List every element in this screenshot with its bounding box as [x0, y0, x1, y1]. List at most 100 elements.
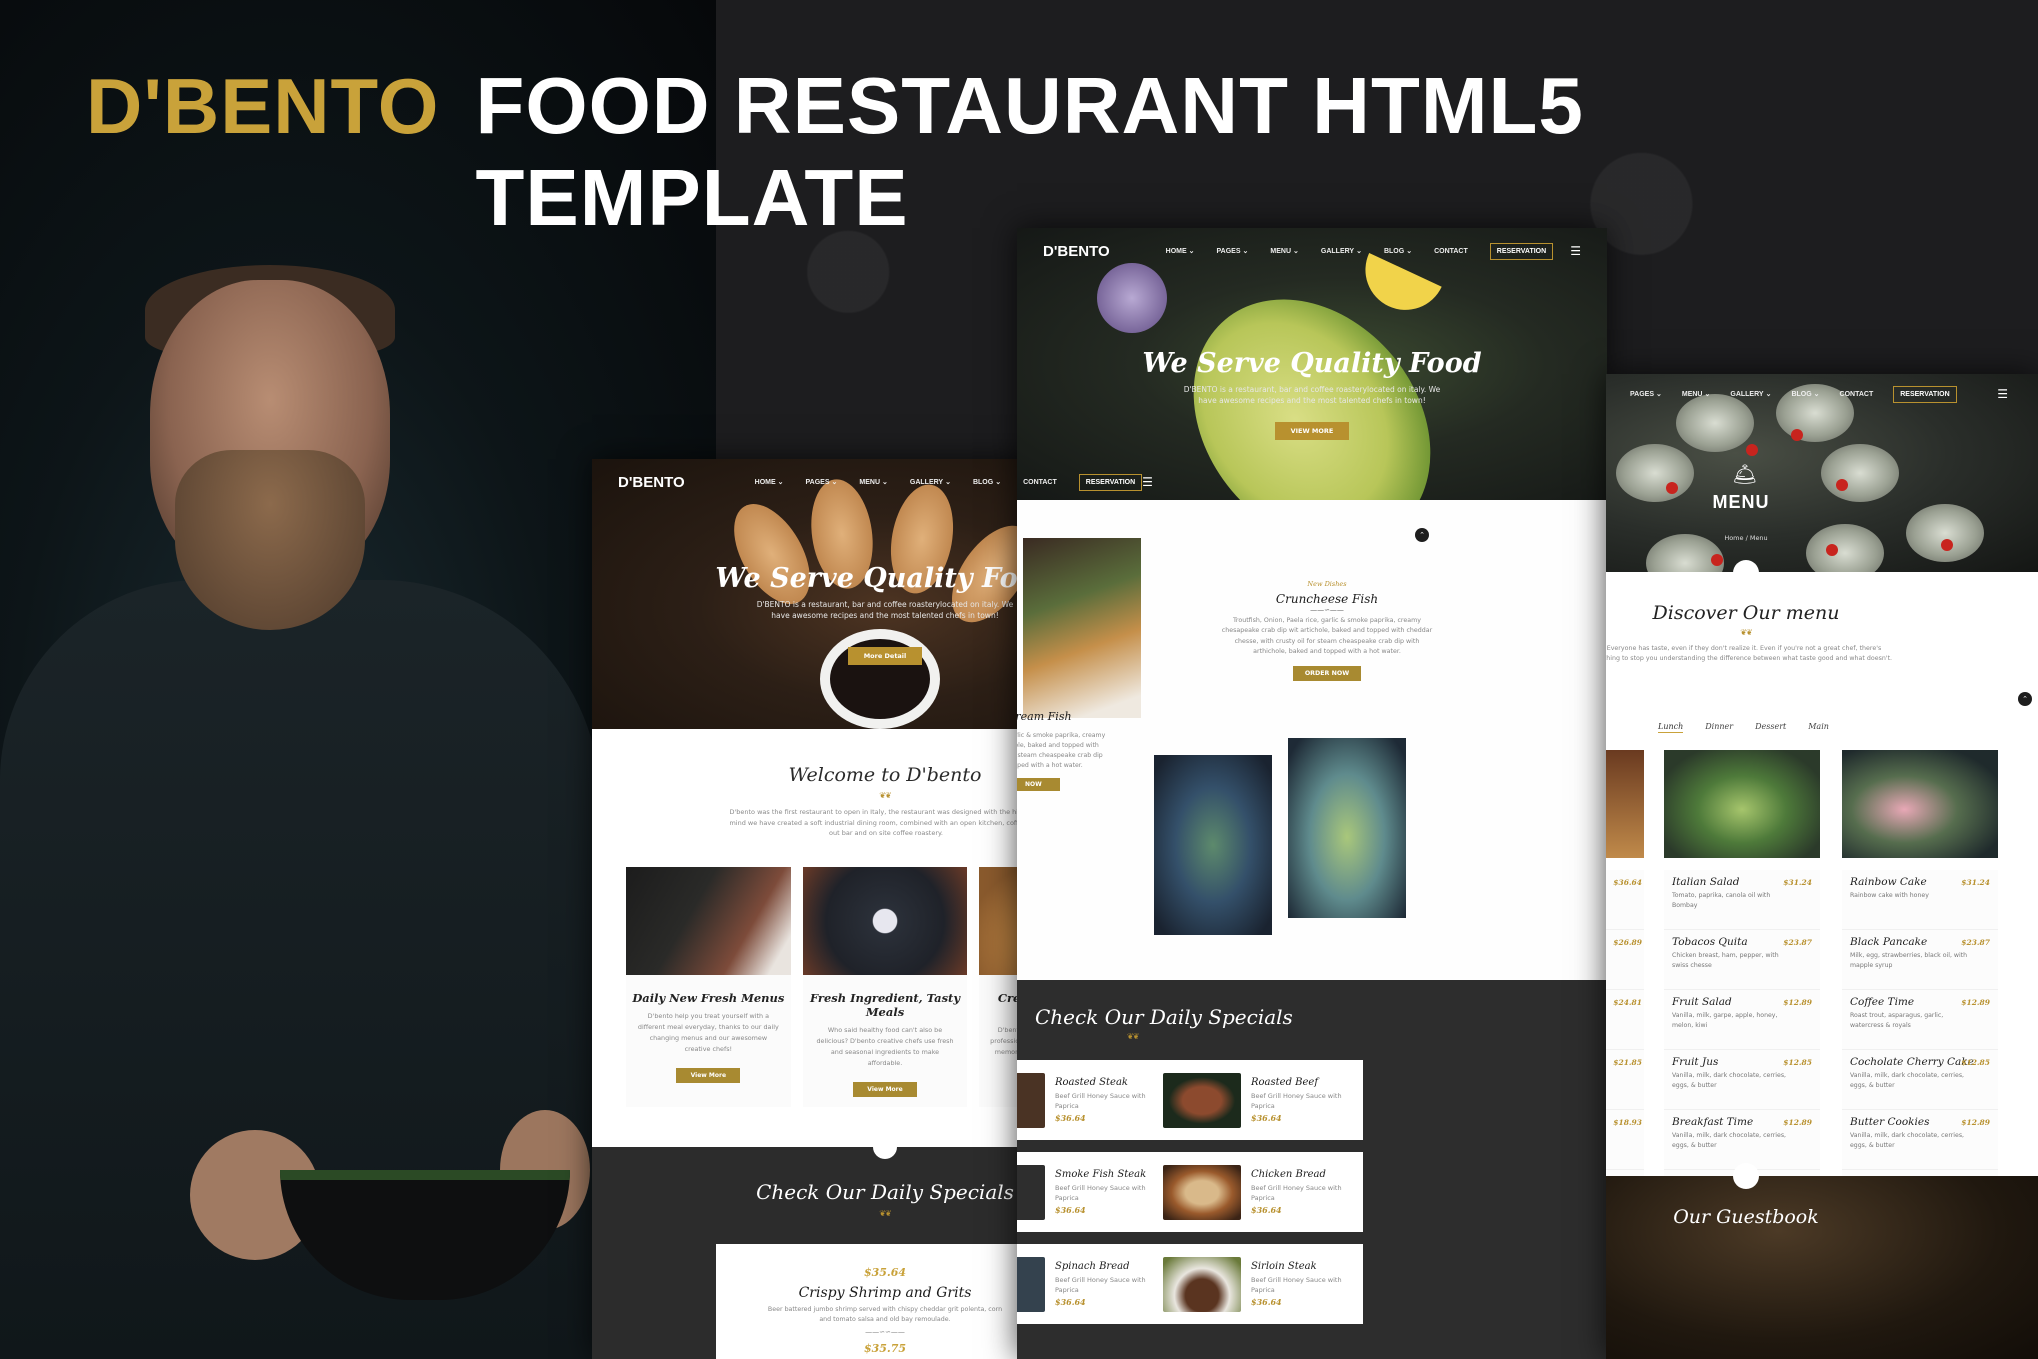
dish-card[interactable]: Spinach Bread Beef Grill Honey Sauce with…: [1017, 1244, 1167, 1324]
nav-label: GALLERY: [909, 479, 944, 486]
nav-contact[interactable]: CONTACT: [1840, 391, 1874, 398]
breadcrumb[interactable]: Home / Menu: [1606, 534, 1886, 542]
nav-pages[interactable]: PAGES ⌄: [1217, 247, 1249, 255]
dish-card[interactable]: Roasted Beef Beef Grill Honey Sauce with …: [1153, 1060, 1363, 1140]
menu-item-desc: Roast trout, asparagus, garlic, watercre…: [1850, 1012, 1944, 1029]
menu-item[interactable]: Black Pancake $23.87 Milk, egg, strawberri…: [1842, 930, 1998, 990]
dish-card[interactable]: Roasted Steak Beef Grill Honey Sauce with…: [1017, 1060, 1167, 1140]
menu-item[interactable]: Coffee Time $12.89 Roast trout, asparagus,…: [1842, 990, 1998, 1050]
menu-item[interactable]: Cocholate Cherry Cake $12.85 Vanilla, milk…: [1842, 1050, 1998, 1110]
dish-desc: Beef Grill Honey Sauce with Paprica: [1055, 1091, 1146, 1110]
nav-home[interactable]: HOME ⌄: [755, 478, 784, 486]
menu-item[interactable]: Fruit Salad $12.89 Vanilla, milk, garpe, a…: [1664, 990, 1820, 1050]
order-now-button[interactable]: NOW: [1017, 777, 1060, 791]
dish-name: Chicken Bread: [1251, 1168, 1326, 1180]
menu-item[interactable]: Breakfast Time $12.89 Vanilla, milk, dark …: [1664, 1110, 1820, 1170]
guestbook-section: Our Guestbook: [1606, 1163, 2038, 1359]
menu-item[interactable]: Rainbow Cake $31.24 Rainbow cake with hone…: [1842, 870, 1998, 930]
nav-contact[interactable]: CONTACT: [1023, 479, 1057, 486]
dish-image: [1163, 1072, 1241, 1128]
reservation-button[interactable]: RESERVATION: [1893, 385, 1957, 403]
chevron-down-icon: ⌄: [1188, 248, 1195, 255]
site-logo[interactable]: D'BENTO: [618, 474, 685, 491]
welcome-text: D'bento was the first restaurant to open…: [729, 808, 1043, 838]
more-detail-button[interactable]: More Detail: [847, 646, 923, 665]
guestbook-title: Our Guestbook: [1673, 1206, 1819, 1228]
order-now-button[interactable]: ORDER NOW: [1292, 665, 1362, 681]
chevron-down-icon: ⌄: [1656, 391, 1662, 398]
reservation-button[interactable]: RESERVATION: [1489, 242, 1554, 260]
nav-blog[interactable]: BLOG ⌄: [1384, 247, 1412, 255]
dish-price: $36.64: [1251, 1297, 1282, 1308]
view-more-button[interactable]: VIEW MORE: [1274, 421, 1350, 440]
nav-label: PAGES: [1630, 391, 1654, 398]
nav-blog[interactable]: BLOG ⌄: [973, 478, 1001, 486]
dish-image: [1163, 1164, 1241, 1220]
view-more-button[interactable]: View More: [676, 1068, 741, 1083]
reservation-button[interactable]: RESERVATION: [1078, 473, 1143, 491]
chevron-down-icon: ⌄: [831, 479, 838, 486]
nav-gallery[interactable]: GALLERY ⌄: [1321, 247, 1362, 255]
menu-item-desc: Vanilla, milk, dark chocolate, cerries, …: [1850, 1072, 1965, 1089]
menu-price: $12.85: [1783, 1058, 1812, 1067]
nav-home[interactable]: HOME ⌄: [1166, 247, 1195, 255]
nav-contact[interactable]: CONTACT: [1434, 248, 1468, 255]
nav-label: HOME: [754, 479, 776, 486]
nav-menu[interactable]: MENU ⌄: [1270, 247, 1299, 255]
nav-pages[interactable]: PAGES ⌄: [1630, 390, 1662, 398]
feature-card: Daily New Fresh Menus D'bento help you t…: [626, 867, 791, 1107]
view-more-button[interactable]: View More: [853, 1082, 917, 1097]
nav-label: BLOG: [1791, 391, 1812, 398]
tab-main[interactable]: Main: [1808, 722, 1829, 733]
chevron-down-icon: ⌄: [1813, 391, 1820, 398]
menu-price: $12.89: [1961, 998, 1990, 1007]
menu-item[interactable]: Italian Salad $31.24 Tomato, paprika, cano…: [1664, 870, 1820, 930]
hero-title: We Serve Quality Food: [715, 563, 1055, 595]
special-name: Crispy Shrimp and Grits: [798, 1285, 972, 1301]
chevron-down-icon: ⌄: [1406, 248, 1413, 255]
nav-gallery[interactable]: GALLERY ⌄: [910, 478, 951, 486]
nav-menu[interactable]: MENU ⌄: [859, 478, 888, 486]
chevron-down-icon: ⌄: [1356, 248, 1362, 255]
discover-menu-section: Discover Our menu ❦❦ Everyone has taste,…: [1606, 560, 2038, 1230]
menu-item[interactable]: Tobacos Quita $23.87 Chicken breast, ham, …: [1664, 930, 1820, 990]
dish-desc: Beef Grill Honey Sauce with Paprica: [1055, 1183, 1146, 1202]
dish-desc: Beef Grill Honey Sauce with Paprica: [1055, 1275, 1146, 1294]
section-notch: [1733, 1163, 1759, 1189]
nav-gallery[interactable]: GALLERY ⌄: [1730, 390, 1771, 398]
hamburger-icon[interactable]: ☰: [1570, 244, 1581, 258]
site-logo[interactable]: D'BENTO: [1043, 243, 1110, 260]
banner-title: FOOD RESTAURANT HTML5 TEMPLATE: [475, 61, 1584, 242]
tab-lunch[interactable]: Lunch: [1658, 722, 1684, 733]
scroll-top-icon[interactable]: ⌃: [2018, 692, 2032, 706]
fish-dish-image: [1288, 738, 1406, 918]
tab-dinner[interactable]: Dinner: [1705, 722, 1733, 733]
scroll-top-icon[interactable]: ⌃: [1415, 528, 1429, 542]
dish-card[interactable]: Sirloin Steak Beef Grill Honey Sauce with…: [1153, 1244, 1363, 1324]
hamburger-icon[interactable]: ☰: [1142, 475, 1153, 489]
hamburger-icon[interactable]: ☰: [1997, 387, 2008, 401]
menu-price: $12.89: [1783, 1118, 1812, 1127]
main-nav: PAGES ⌄ MENU ⌄ GALLERY ⌄ BLOG ⌄ CONTACT RESE…: [1606, 374, 2038, 414]
chef-photo: [0, 250, 600, 1359]
dish-name: Roasted Steak: [1055, 1076, 1128, 1088]
menu-item[interactable]: Fruit Jus $12.85 Vanilla, milk, dark choco…: [1664, 1050, 1820, 1110]
new-dishes-section: ⌃ New Dishes Cruncheese Fish ——∽—— Trout…: [1017, 500, 1607, 980]
dish-desc: Beef Grill Honey Sauce with Paprica: [1251, 1183, 1342, 1202]
nav-menu[interactable]: MENU ⌄: [1682, 390, 1711, 398]
menu-price: $24.81: [1613, 998, 1642, 1007]
dish-card[interactable]: Smoke Fish Steak Beef Grill Honey Sauce w…: [1017, 1152, 1167, 1232]
menu-price: $36.64: [1613, 878, 1642, 887]
menu-price: $21.85: [1613, 1058, 1642, 1067]
card-text: D'bento help you treat yourself with a d…: [637, 1012, 779, 1053]
nav-blog[interactable]: BLOG ⌄: [1791, 390, 1819, 398]
menu-item[interactable]: Butter Cookies $12.89 Vanilla, milk, dark …: [1842, 1110, 1998, 1170]
dish-card[interactable]: Chicken Bread Beef Grill Honey Sauce with…: [1153, 1152, 1363, 1232]
tab-dessert[interactable]: Dessert: [1755, 722, 1786, 733]
dish-image: [1606, 750, 1644, 858]
menu-item-desc: Chicken breast, ham, pepper, with swiss …: [1672, 952, 1779, 969]
special-price: $35.75: [863, 1342, 907, 1356]
page-title: MENU: [1712, 492, 1770, 512]
steak-image: [626, 867, 791, 975]
nav-pages[interactable]: PAGES ⌄: [806, 478, 838, 486]
